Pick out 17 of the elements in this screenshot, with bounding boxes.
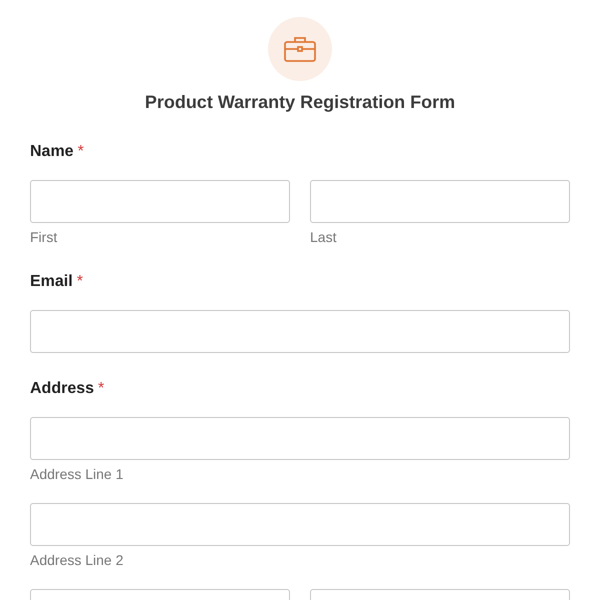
form-title: Product Warranty Registration Form <box>144 91 456 114</box>
input-field[interactable] <box>310 180 570 223</box>
field-hint: First <box>30 228 58 246</box>
field-hint: Last <box>310 228 338 246</box>
field-hint: Address Line 2 <box>30 551 124 569</box>
input-field[interactable] <box>30 310 570 353</box>
required-mark: * <box>98 379 104 399</box>
required-mark: * <box>76 272 83 292</box>
field-hint: Address Line 1 <box>30 465 124 483</box>
input-field[interactable] <box>30 180 290 223</box>
field-label: Name <box>30 142 74 162</box>
input-field[interactable] <box>30 503 570 546</box>
briefcase-icon <box>284 36 316 62</box>
required-mark: * <box>78 142 84 162</box>
input-field[interactable] <box>30 417 570 460</box>
field-label: Address <box>30 379 94 399</box>
field-label: Email <box>30 272 73 292</box>
